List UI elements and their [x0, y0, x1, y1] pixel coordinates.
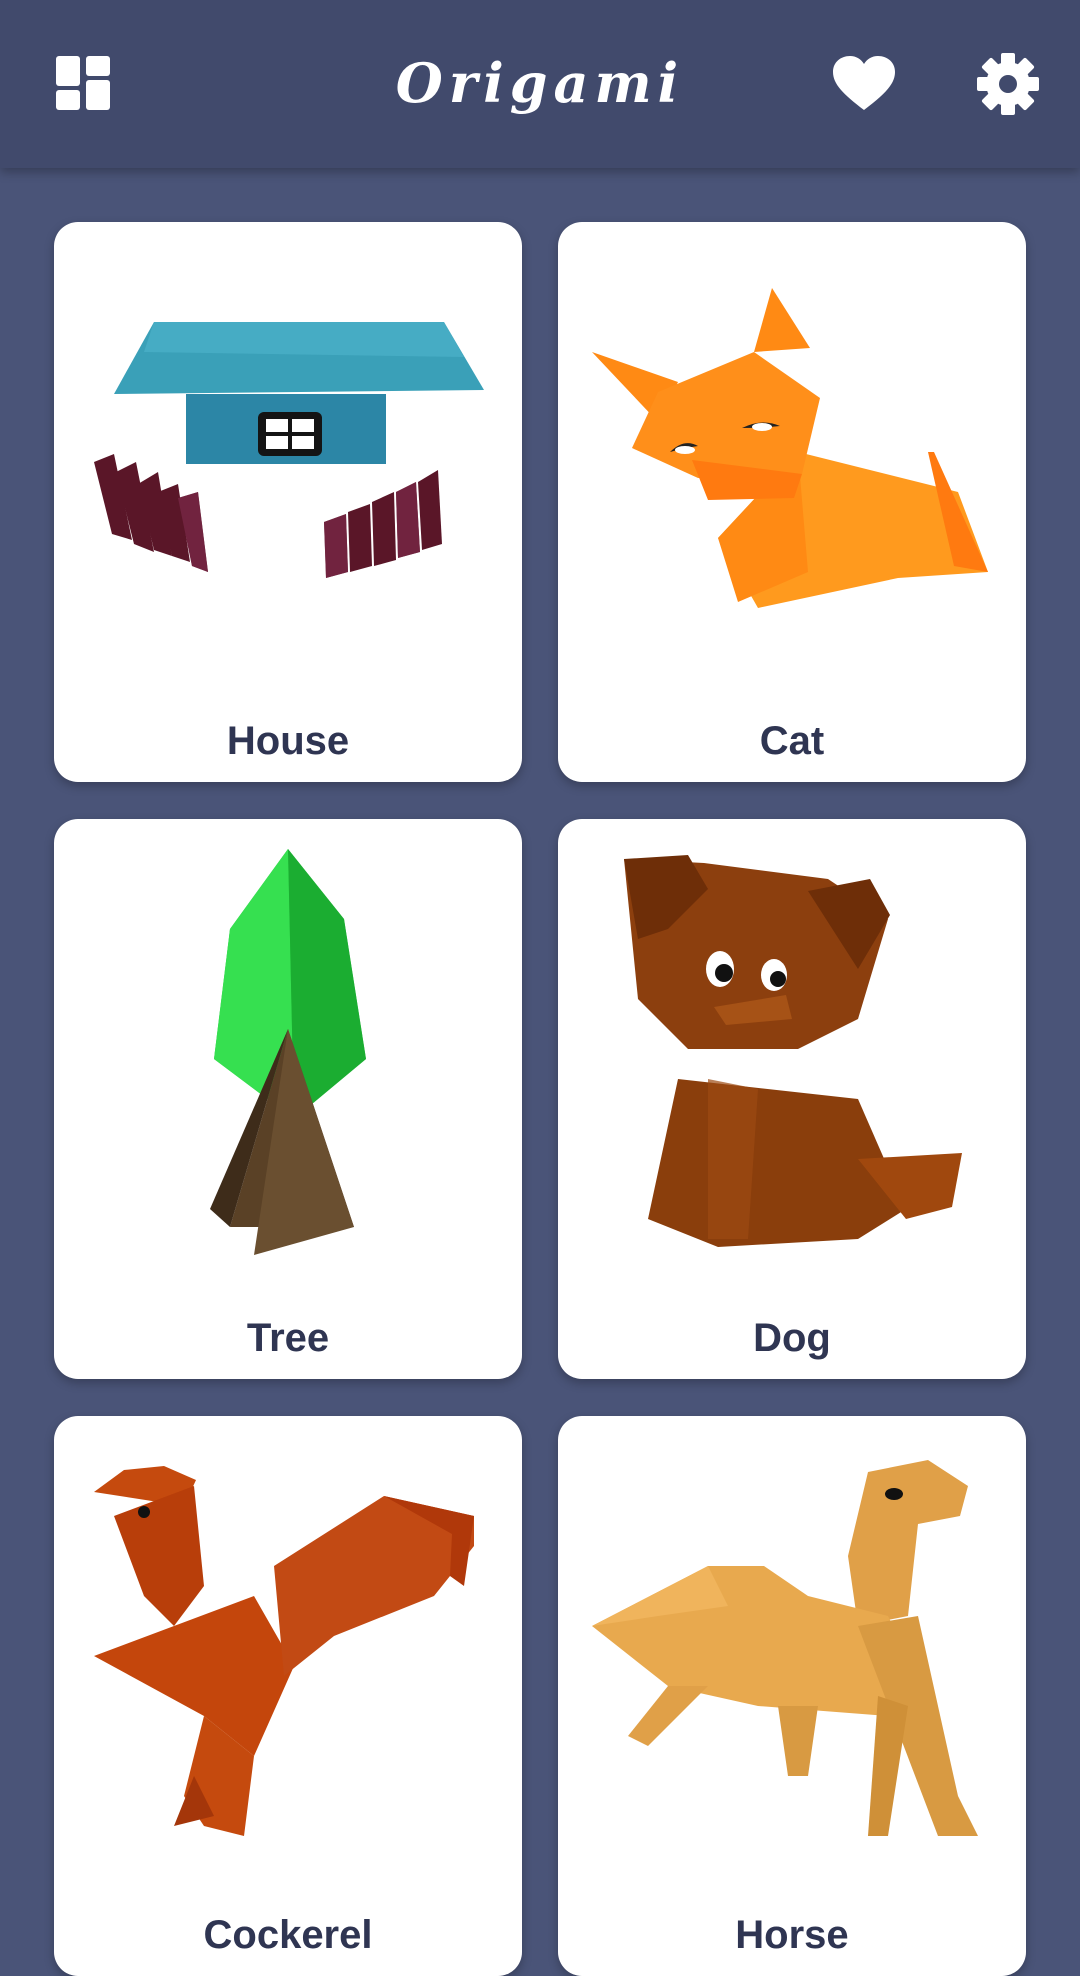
gear-icon [977, 53, 1039, 115]
cat-image [592, 288, 988, 608]
card-cat[interactable]: Cat [558, 222, 1026, 782]
card-cockerel[interactable]: Cockerel [54, 1416, 522, 1976]
dashboard-icon [56, 56, 110, 110]
card-house[interactable]: House [54, 222, 522, 782]
card-tree[interactable]: Tree [54, 819, 522, 1379]
dashboard-button[interactable] [42, 42, 126, 126]
card-label: Cat [759, 719, 825, 763]
cockerel-image [94, 1466, 474, 1836]
tree-image [210, 849, 366, 1255]
app-title: Origami [395, 51, 685, 115]
card-label: Tree [246, 1316, 330, 1360]
settings-button[interactable] [966, 42, 1050, 126]
horse-image [592, 1460, 978, 1836]
heart-icon [833, 56, 895, 110]
origami-grid: House Cat Tree Dog Cockerel Horse [0, 168, 1080, 1976]
card-horse[interactable]: Horse [558, 1416, 1026, 1976]
card-label: House [226, 719, 350, 763]
dog-image [624, 855, 962, 1247]
favorites-button[interactable] [822, 42, 906, 126]
card-dog[interactable]: Dog [558, 819, 1026, 1379]
house-image [94, 322, 484, 578]
app-bar: Origami [0, 0, 1080, 168]
card-label: Dog [753, 1316, 831, 1360]
